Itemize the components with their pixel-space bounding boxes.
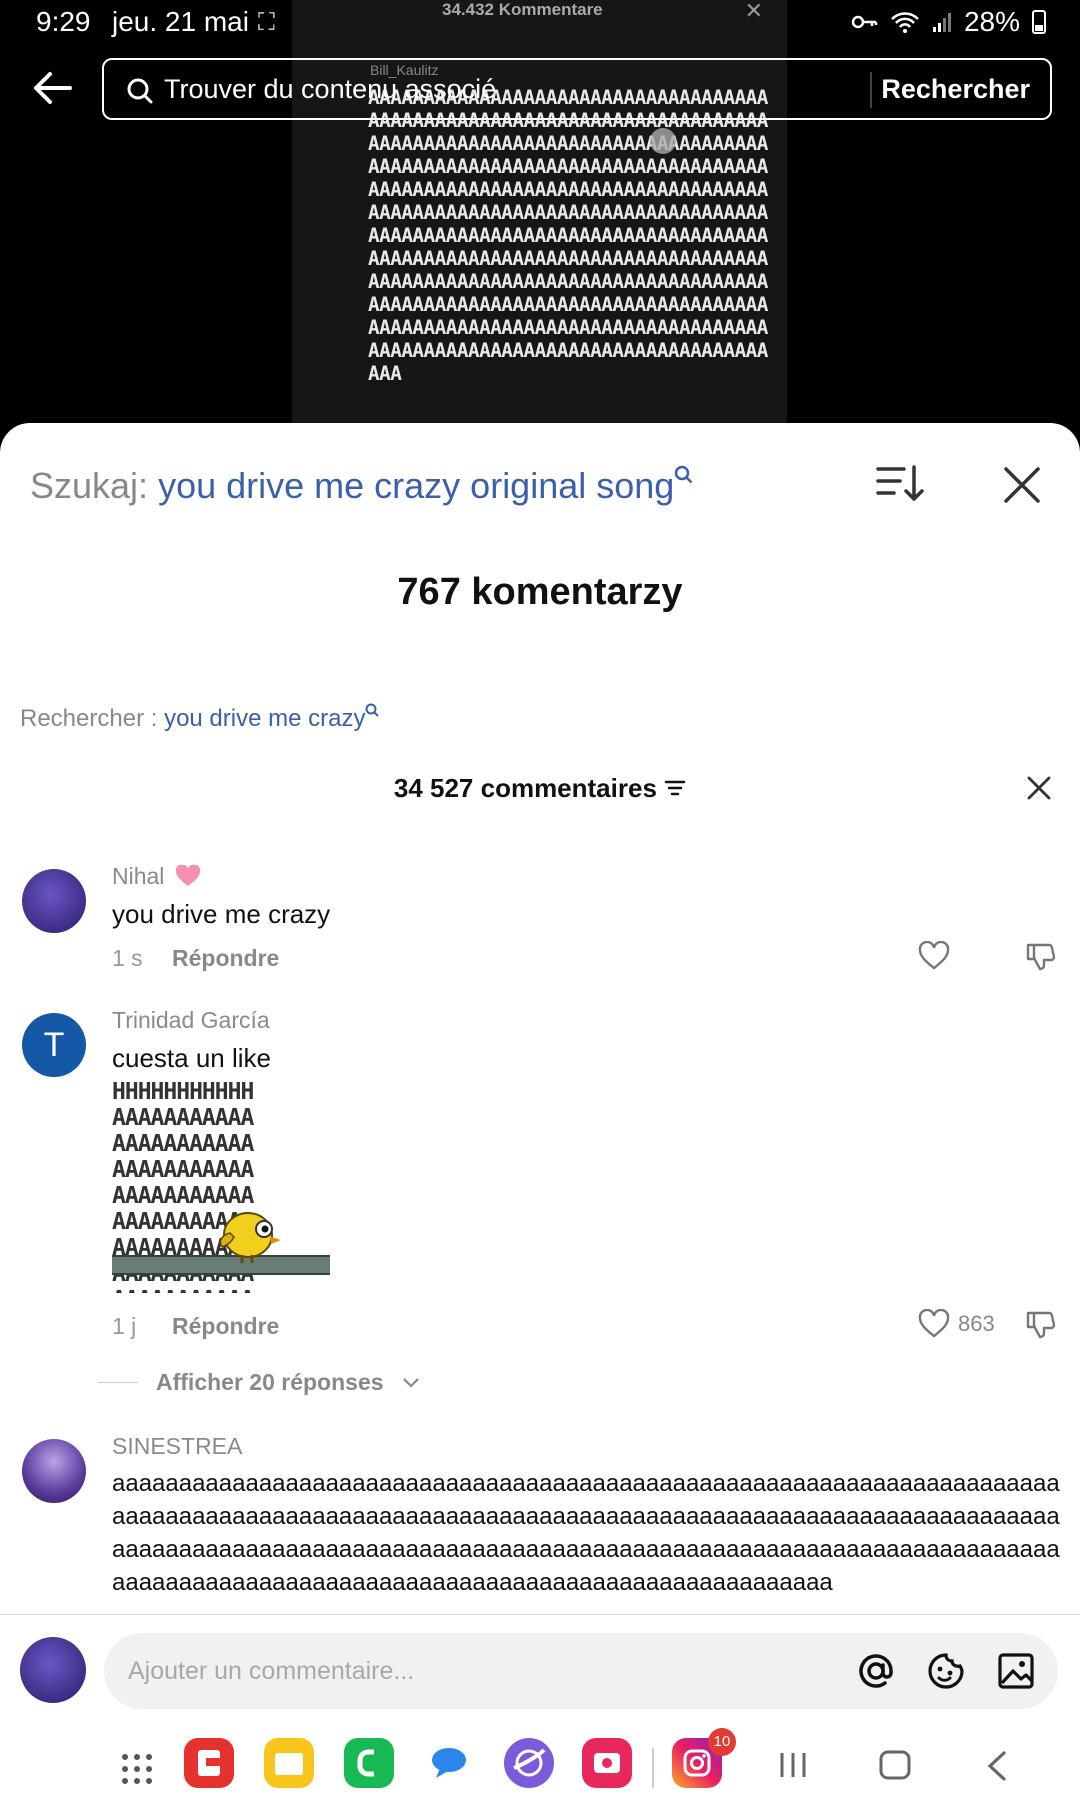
messages-app-icon[interactable] (424, 1738, 474, 1788)
inner-count-label: 34 527 commentaires (393, 773, 657, 803)
screen-recorder-app-icon[interactable] (582, 1738, 632, 1788)
back-arrow-icon (34, 72, 72, 104)
app-dock: 10 (0, 1724, 1080, 1812)
thumbs-down-icon (1026, 943, 1056, 971)
video-comment-text: AAAAAAAAAAAAAAAAAAAAAAAAAAAAAAAAAAAAAAAA… (368, 86, 768, 385)
notification-badge: 10 (708, 1728, 736, 1756)
inner-close-button[interactable] (1026, 775, 1052, 806)
recent-apps-icon[interactable] (778, 1750, 808, 1780)
sort-icon (876, 465, 924, 501)
comment-item: Nihal you drive me crazy 1 s Répondre (0, 843, 1080, 983)
battery-icon (1032, 10, 1046, 34)
show-replies-label: Afficher 20 réponses (156, 1369, 384, 1395)
video-close-icon: ✕ (744, 0, 763, 23)
files-app-icon[interactable] (264, 1738, 314, 1788)
battery-percent: 28% (963, 6, 1020, 37)
signal-icon (932, 13, 951, 32)
heart-outline-icon (918, 1309, 950, 1338)
comment-input-bar: Ajouter un commentaire... (0, 1614, 1080, 1724)
emoji-icon[interactable] (926, 1651, 966, 1691)
sheet-search-prefix: Szukaj: (30, 465, 149, 506)
search-divider (870, 72, 872, 108)
screen: { "status_bar": { "time": "9:29", "date"… (0, 0, 1080, 1812)
related-content-search-bar[interactable]: Trouver du contenu associé Rechercher (102, 58, 1052, 120)
inner-comments-count[interactable]: 34 527 commentaires (0, 773, 1080, 804)
like-button[interactable] (918, 941, 958, 971)
reply-button[interactable]: Répondre (172, 945, 279, 972)
heart-outline-icon (918, 941, 950, 970)
video-avatar-blob (650, 128, 676, 154)
reply-button[interactable]: Répondre (172, 1313, 279, 1340)
replies-divider (98, 1382, 138, 1383)
search-icon (365, 703, 380, 717)
avatar (20, 1637, 86, 1703)
status-time: 9:29 (36, 6, 91, 37)
comment-item: T Trinidad García cuesta un like HHHHHHH… (0, 987, 1080, 1407)
phone-app-icon[interactable] (344, 1738, 394, 1788)
search-icon (675, 465, 693, 484)
internet-app-icon[interactable] (504, 1738, 554, 1788)
avatar[interactable]: T (22, 1013, 86, 1077)
dislike-button[interactable] (1024, 941, 1056, 978)
yellow-bird-icon (219, 1212, 281, 1263)
back-nav-icon[interactable] (984, 1750, 1010, 1782)
comment-username[interactable]: Trinidad García (112, 1007, 270, 1034)
video-comments-title: 34.432 Kommentare (442, 0, 603, 19)
comment-item: SINESTREA aaaaaaaaaaaaaaaaaaaaaaaaaaaaaa… (0, 1413, 1080, 1623)
vpn-key-icon (851, 15, 878, 29)
sheet-search-suggestion[interactable]: Szukaj: you drive me crazy original song (30, 465, 694, 507)
home-icon[interactable] (878, 1750, 912, 1780)
comment-username[interactable]: SINESTREA (112, 1433, 242, 1460)
mention-icon[interactable] (856, 1651, 896, 1691)
close-icon (1027, 776, 1051, 800)
search-icon (127, 78, 153, 104)
search-input[interactable]: Trouver du contenu associé (164, 74, 496, 105)
comment-sticker[interactable]: HHHHHHHHHHH AAAAAAAAAAA AAAAAAAAAAA AAAA… (112, 1079, 330, 1293)
comment-text: aaaaaaaaaaaaaaaaaaaaaaaaaaaaaaaaaaaaaaaa… (112, 1470, 1060, 1596)
sheet-search-query[interactable]: you drive me crazy original song (158, 465, 674, 506)
comment-text: cuesta un like (112, 1043, 271, 1073)
like-count: 863 (958, 1311, 995, 1336)
comment-input-placeholder: Ajouter un commentaire... (128, 1657, 415, 1685)
wifi-icon (891, 12, 919, 33)
comment-username[interactable]: Nihal (112, 863, 201, 890)
avatar[interactable] (22, 1439, 86, 1503)
image-icon[interactable] (996, 1651, 1036, 1691)
comment-time: 1 j (112, 1313, 137, 1339)
show-replies-button[interactable]: Afficher 20 réponses (98, 1369, 420, 1396)
comment-input[interactable]: Ajouter un commentaire... (104, 1633, 1058, 1709)
inner-search-query[interactable]: you drive me crazy (164, 705, 365, 732)
close-icon (1004, 467, 1040, 503)
filter-icon (664, 780, 686, 796)
chevron-down-icon (402, 1377, 419, 1388)
back-button[interactable] (30, 70, 80, 110)
status-right-group: 28% (850, 6, 1046, 38)
app-drawer-icon[interactable] (120, 1752, 154, 1786)
comments-count-title: 767 komentarzy (397, 571, 683, 613)
sort-button[interactable] (876, 463, 924, 508)
like-button[interactable]: 863 (918, 1309, 995, 1339)
thumbs-down-icon (1026, 1311, 1056, 1339)
flipboard-app-icon[interactable] (184, 1738, 234, 1788)
inner-search-prefix: Rechercher : (20, 705, 158, 732)
comment-text: you drive me crazy (112, 899, 331, 929)
status-date: jeu. 21 mai (112, 6, 249, 37)
heart-emoji-icon (175, 864, 200, 886)
avatar[interactable] (22, 869, 86, 933)
search-submit-button[interactable]: Rechercher (881, 74, 1030, 105)
instagram-app-icon[interactable]: 10 (672, 1728, 736, 1788)
sheet-close-button[interactable] (1002, 465, 1042, 510)
comment-time: 1 s (112, 945, 143, 971)
dislike-button[interactable] (1024, 1309, 1056, 1346)
comments-sheet: Szukaj: you drive me crazy original song… (0, 423, 1080, 1812)
dock-separator (652, 1748, 654, 1788)
inner-search-suggestion[interactable]: Rechercher : you drive me crazy (20, 703, 380, 733)
